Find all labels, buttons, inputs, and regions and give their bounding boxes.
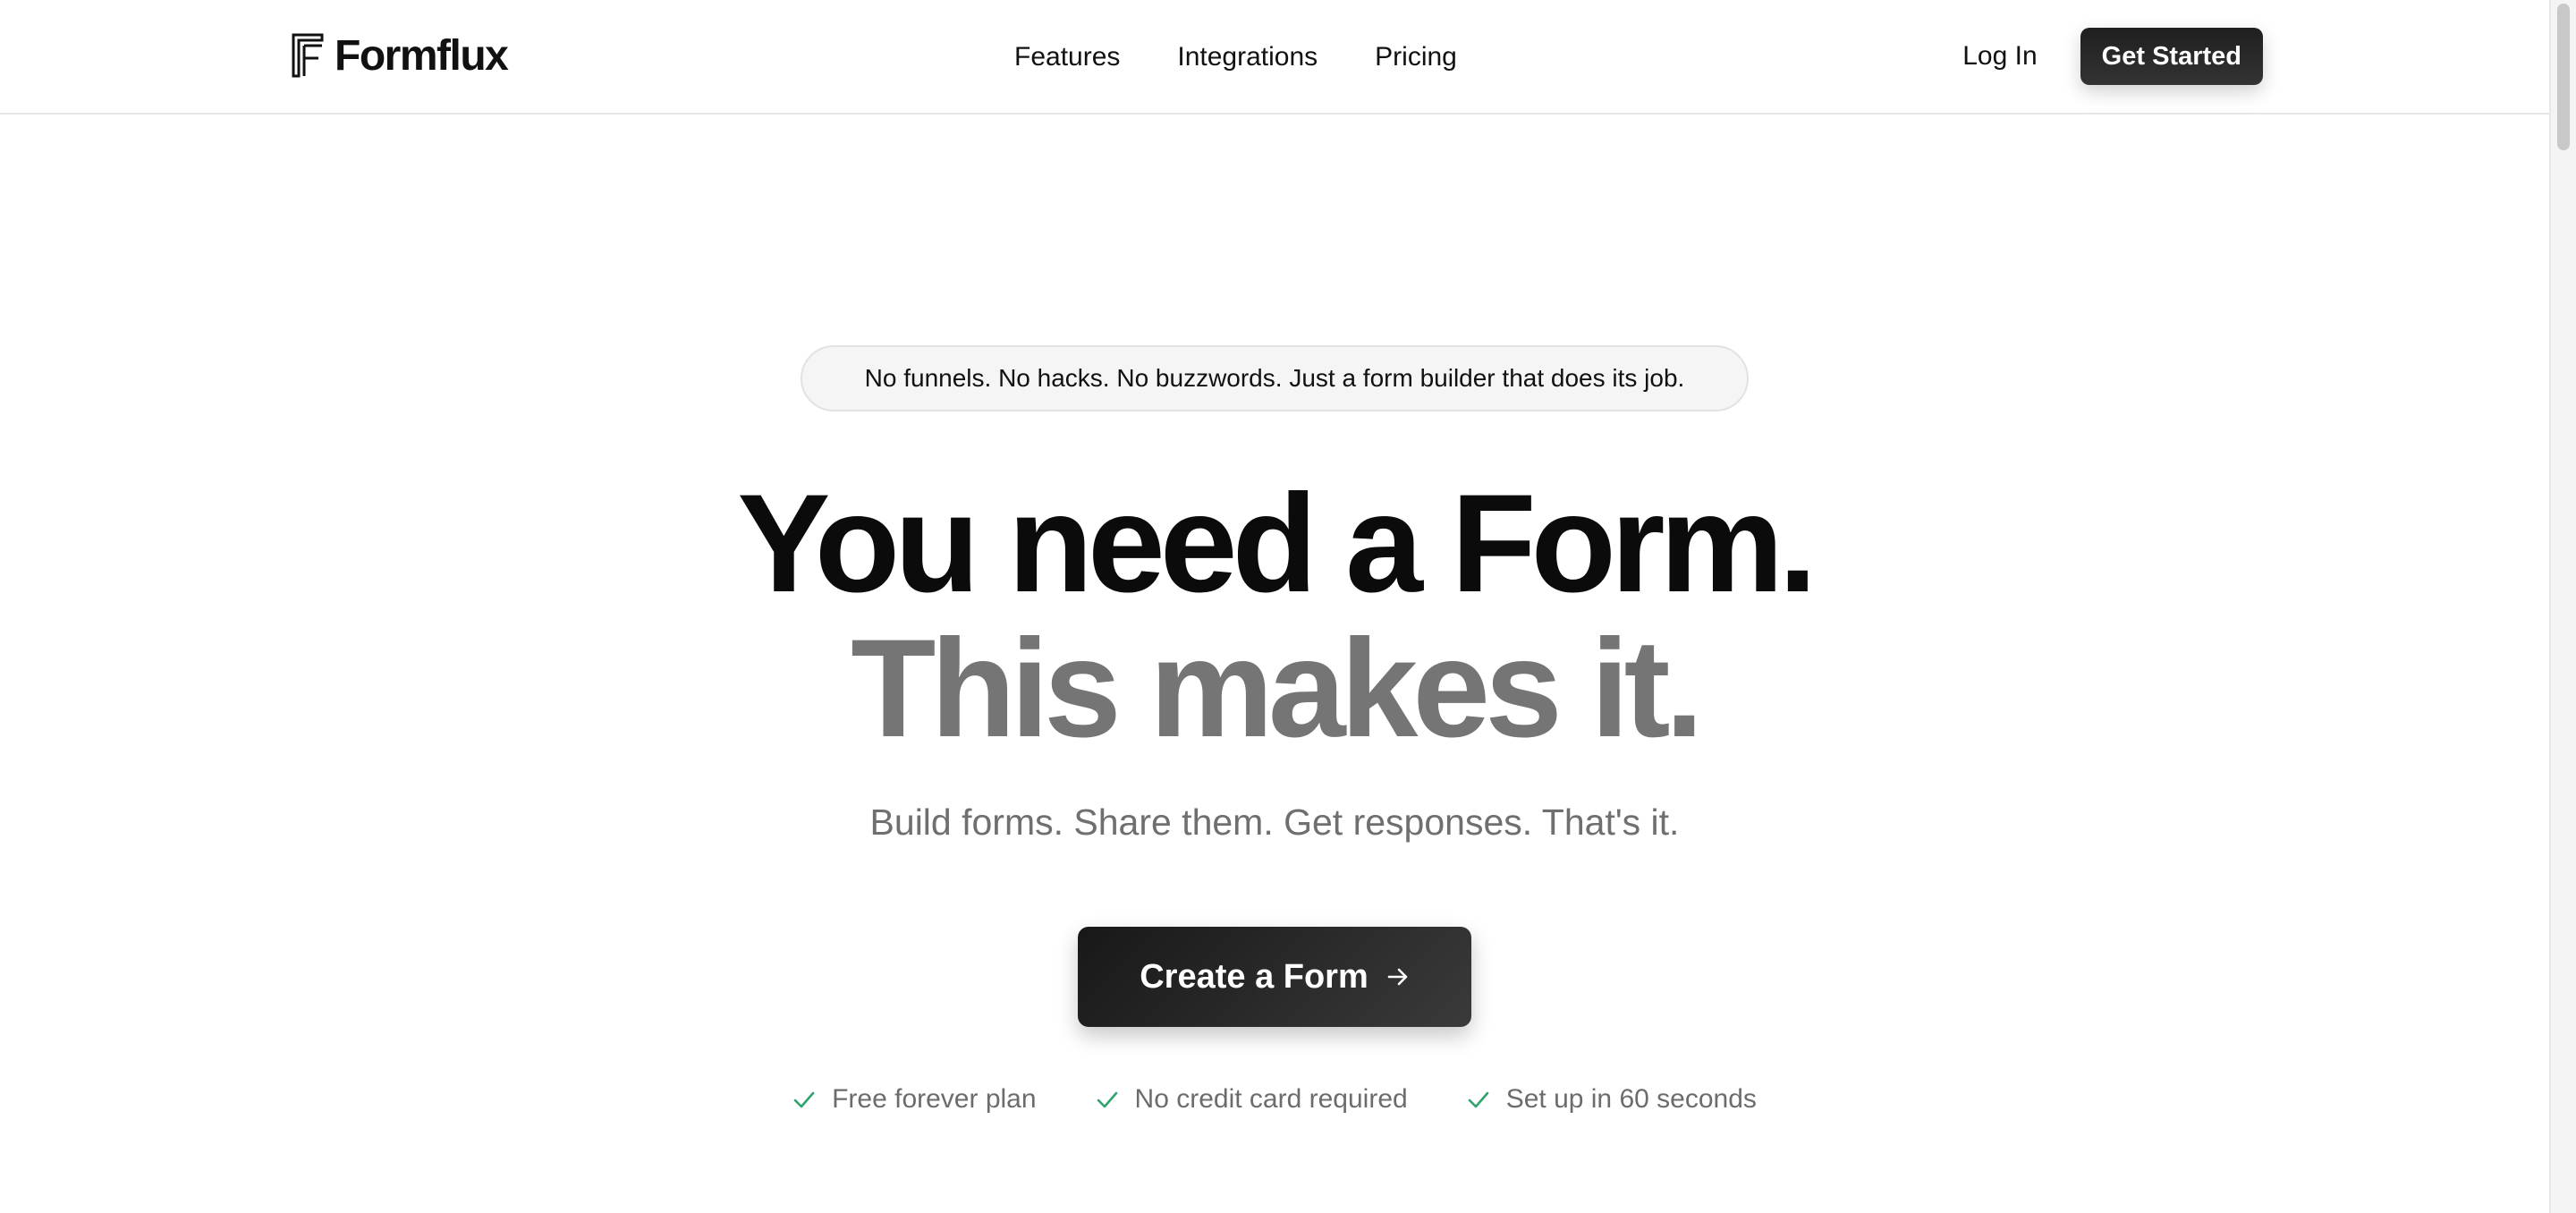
feature-item: Set up in 60 seconds <box>1467 1084 1757 1115</box>
feature-label: Free forever plan <box>832 1084 1037 1114</box>
site-header: Formflux Features Integrations Pricing L… <box>0 0 2549 115</box>
feature-label: No credit card required <box>1134 1084 1408 1114</box>
brand-name: Formflux <box>335 31 509 80</box>
nav-link-pricing[interactable]: Pricing <box>1375 42 1457 72</box>
check-icon <box>792 1088 816 1111</box>
create-form-label: Create a Form <box>1140 957 1368 996</box>
feature-label: Set up in 60 seconds <box>1505 1084 1757 1114</box>
get-started-button[interactable]: Get Started <box>2080 28 2263 85</box>
arrow-right-icon <box>1386 965 1410 988</box>
nav-link-integrations[interactable]: Integrations <box>1177 42 1318 72</box>
feature-list: Free forever plan No credit card require… <box>0 1084 2549 1115</box>
scrollbar-thumb[interactable] <box>2557 4 2570 150</box>
login-link[interactable]: Log In <box>1962 41 2037 72</box>
create-form-button[interactable]: Create a Form <box>1078 927 1471 1027</box>
headline-secondary: This makes it. <box>851 611 1704 767</box>
check-icon <box>1467 1088 1490 1111</box>
main-nav: Features Integrations Pricing <box>1014 39 1457 75</box>
subheadline: Build forms. Share them. Get responses. … <box>869 802 1680 843</box>
brand-logo[interactable]: Formflux <box>292 31 509 80</box>
page-scrollbar[interactable] <box>2549 0 2576 1213</box>
feature-item: No credit card required <box>1096 1084 1408 1115</box>
headline-primary: You need a Form. <box>737 466 1817 622</box>
feature-item: Free forever plan <box>792 1084 1037 1115</box>
tagline-pill: No funnels. No hacks. No buzzwords. Just… <box>801 345 1749 411</box>
formflux-logo-icon <box>292 33 324 78</box>
page: Formflux Features Integrations Pricing L… <box>0 0 2549 1213</box>
nav-link-features[interactable]: Features <box>1014 42 1120 72</box>
header-actions: Log In Get Started <box>1962 28 2263 85</box>
check-icon <box>1096 1088 1119 1111</box>
